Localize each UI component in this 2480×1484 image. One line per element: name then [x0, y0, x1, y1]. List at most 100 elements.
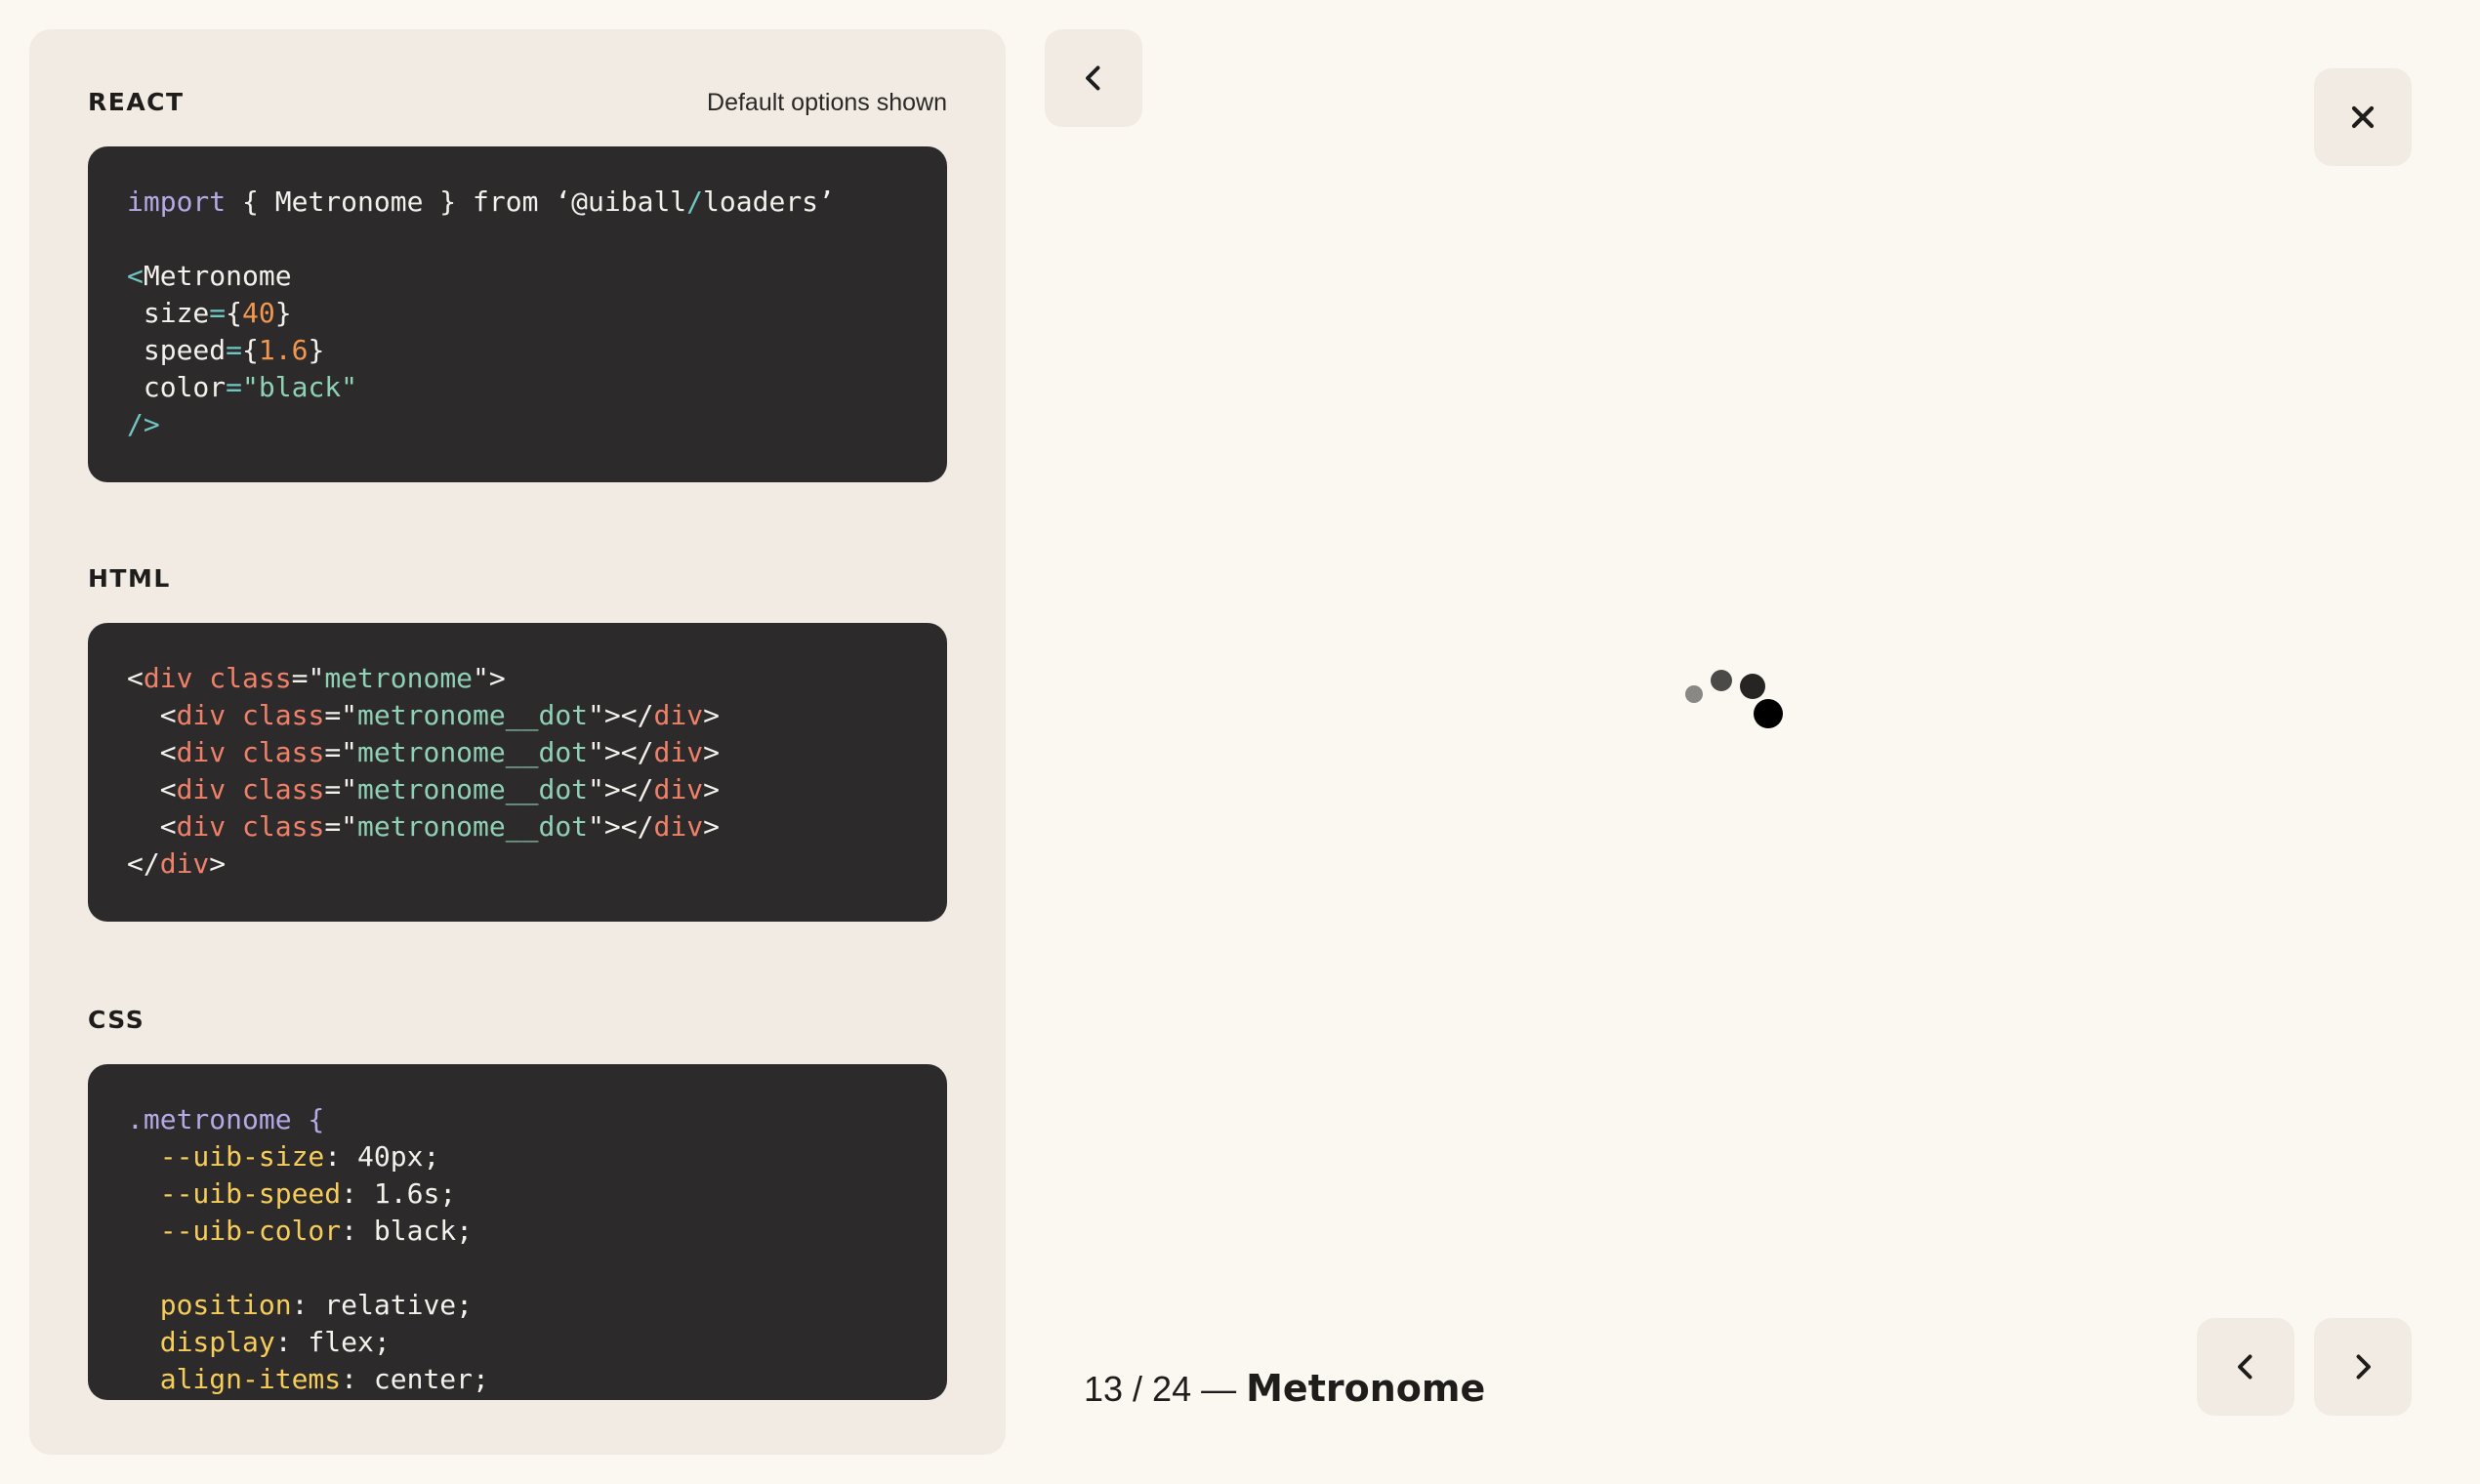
code-line: import { Metronome } from ‘@uiball/loade…	[127, 184, 908, 221]
code-line: </div>	[127, 845, 908, 883]
chevron-right-icon	[2356, 1354, 2371, 1380]
code-token: position	[127, 1289, 292, 1321]
back-button[interactable]	[1045, 29, 1142, 127]
code-token: div	[653, 773, 704, 805]
code-line: --uib-color: black;	[127, 1213, 908, 1250]
code-token: </	[127, 847, 160, 880]
code-token: <	[127, 699, 177, 731]
code-token: <	[127, 773, 177, 805]
code-token: "></	[588, 773, 654, 805]
loader-detail-page: REACT Default options shown import { Met…	[0, 0, 2480, 1484]
code-token: --uib-speed	[127, 1177, 342, 1210]
code-token: import	[127, 186, 227, 218]
chevron-left-icon	[2238, 1354, 2253, 1380]
code-line: />	[127, 406, 908, 443]
react-section-header: REACT Default options shown	[88, 29, 947, 141]
code-token: div	[176, 699, 227, 731]
code-token: ="	[324, 736, 358, 768]
css-section-title: CSS	[88, 1006, 145, 1034]
code-token: 40	[242, 297, 275, 329]
code-token: {	[226, 297, 243, 329]
css-section: CSS .metronome { --uib-size: 40px; --uib…	[88, 1006, 947, 1400]
code-line: <div class="metronome">	[127, 660, 908, 697]
code-line: <div class="metronome__dot"></div>	[127, 697, 908, 734]
code-token: "></	[588, 736, 654, 768]
metronome-dot	[1685, 685, 1703, 703]
code-token: <	[127, 260, 144, 292]
code-token: class	[226, 810, 325, 843]
code-token: ">	[473, 662, 506, 694]
html-section: HTML <div class="metronome"> <div class=…	[88, 564, 947, 922]
react-code-block[interactable]: import { Metronome } from ‘@uiball/loade…	[88, 146, 947, 482]
code-token: .metronome {	[127, 1103, 325, 1135]
code-line: <div class="metronome__dot"></div>	[127, 771, 908, 808]
code-token: --uib-color	[127, 1215, 342, 1247]
code-token: div	[653, 699, 704, 731]
react-section-title: REACT	[88, 88, 185, 116]
code-token: div	[143, 662, 193, 694]
code-token: loaders’	[703, 186, 835, 218]
code-token: div	[176, 773, 227, 805]
code-token: {	[242, 334, 259, 366]
loader-counter: 13 / 24 —	[1084, 1369, 1237, 1409]
code-token: div	[653, 736, 704, 768]
code-token: ="	[324, 699, 358, 731]
code-token: <	[127, 662, 144, 694]
metronome-dot	[1711, 670, 1732, 691]
code-token: metronome__dot	[357, 810, 589, 843]
code-token: ="	[291, 662, 325, 694]
loader-caption: 13 / 24 — Metronome	[1084, 1367, 1485, 1410]
code-token: =	[226, 334, 243, 366]
next-loader-button[interactable]	[2314, 1318, 2412, 1416]
code-token: class	[226, 773, 325, 805]
code-token: display	[127, 1326, 275, 1358]
code-token: >	[209, 847, 227, 880]
code-token: metronome__dot	[357, 773, 589, 805]
code-token: : 1.6s;	[341, 1177, 457, 1210]
code-token: metronome__dot	[357, 699, 589, 731]
code-token: /	[686, 186, 704, 218]
code-token: "black"	[242, 371, 358, 403]
previous-loader-button[interactable]	[2197, 1318, 2294, 1416]
metronome-dot	[1740, 674, 1765, 699]
css-section-header: CSS	[88, 1006, 947, 1058]
code-token: }	[274, 297, 292, 329]
code-token: "></	[588, 699, 654, 731]
code-token: : flex;	[274, 1326, 391, 1358]
code-token: ="	[324, 773, 358, 805]
code-line: <Metronome	[127, 258, 908, 295]
html-section-header: HTML	[88, 564, 947, 617]
code-line: speed={1.6}	[127, 332, 908, 369]
code-line: --uib-size: 40px;	[127, 1138, 908, 1175]
code-panel: REACT Default options shown import { Met…	[29, 29, 1006, 1455]
code-line: .metronome {	[127, 1101, 908, 1138]
code-token: color	[127, 371, 227, 403]
code-token: />	[127, 408, 160, 440]
code-token: =	[226, 371, 243, 403]
code-token: class	[192, 662, 292, 694]
code-token: ="	[324, 810, 358, 843]
css-code-block[interactable]: .metronome { --uib-size: 40px; --uib-spe…	[88, 1064, 947, 1400]
code-token: metronome__dot	[357, 736, 589, 768]
code-token: div	[176, 736, 227, 768]
code-line: <div class="metronome__dot"></div>	[127, 808, 908, 845]
close-button[interactable]	[2314, 68, 2412, 166]
html-section-title: HTML	[88, 564, 171, 593]
code-token: : 40px;	[324, 1140, 440, 1173]
code-token: div	[653, 810, 704, 843]
code-token: >	[703, 810, 720, 843]
code-line: display: flex;	[127, 1324, 908, 1361]
code-token: { Metronome } from ‘@uiball	[226, 186, 687, 218]
code-token: "></	[588, 810, 654, 843]
code-token: class	[226, 699, 325, 731]
code-token: <	[127, 810, 177, 843]
default-options-note: Default options shown	[707, 89, 947, 116]
code-token: >	[703, 736, 720, 768]
code-token: <	[127, 736, 177, 768]
code-token: align-items	[127, 1363, 342, 1395]
code-token: metronome	[324, 662, 474, 694]
code-token: : black;	[341, 1215, 474, 1247]
html-code-block[interactable]: <div class="metronome"> <div class="metr…	[88, 623, 947, 922]
